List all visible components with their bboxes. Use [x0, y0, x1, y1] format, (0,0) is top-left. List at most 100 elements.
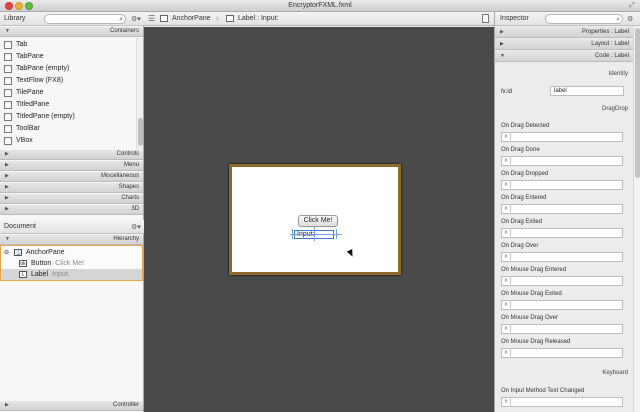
library-section-3d[interactable]: ▶ 3D	[0, 205, 143, 215]
inspector-scrollbar[interactable]	[633, 26, 640, 412]
collapse-icon[interactable]: ⊖	[4, 249, 9, 256]
chevron-right-icon: ▶	[500, 29, 504, 35]
library-item-label: TextFlow (FX8)	[16, 77, 64, 84]
inspector-title: Inspector	[500, 15, 529, 22]
event-handler-field[interactable]: #	[501, 300, 623, 310]
hierarchy-section[interactable]: ▼ Hierarchy	[0, 235, 143, 245]
hash-prefix: #	[502, 349, 511, 357]
library-item[interactable]: VBox	[0, 135, 136, 147]
hash-prefix: #	[502, 229, 511, 237]
tree-row-button[interactable]: ok Button Click Me!	[1, 258, 142, 269]
breadcrumb-separator: ›	[216, 13, 219, 23]
toolbar-icon	[4, 125, 12, 133]
library-item-label: TabPane	[16, 53, 44, 60]
library-item[interactable]: ToolBar	[0, 123, 136, 135]
tilepane-icon	[4, 89, 12, 97]
dragdrop-group-title: DragDrop	[601, 106, 628, 112]
alignment-guide	[314, 227, 315, 241]
event-label: On Drag Dropped	[501, 171, 549, 177]
library-section-controls[interactable]: ▶ Controls	[0, 150, 143, 160]
library-search-input[interactable]: ⌕	[44, 14, 126, 24]
vbox-icon	[4, 137, 12, 145]
library-section-miscellaneous[interactable]: ▶ Miscellaneous	[0, 172, 143, 182]
event-handler-field[interactable]: #	[501, 204, 623, 214]
hash-prefix: #	[502, 157, 511, 165]
click-me-button[interactable]: Click Me!	[298, 215, 338, 227]
library-item[interactable]: TitledPane	[0, 99, 136, 111]
event-handler-field[interactable]: #	[501, 397, 623, 407]
event-handler-field[interactable]: #	[501, 156, 623, 166]
tree-row-anchorpane[interactable]: ⊖ ⚓ AnchorPane	[1, 247, 142, 258]
hash-prefix: #	[502, 398, 511, 406]
library-gear-icon[interactable]: ⚙▾	[131, 15, 141, 23]
anchorpane-node[interactable]: Click Me! Input:	[229, 164, 401, 275]
chevron-right-icon: ▶	[5, 184, 9, 190]
document-gear-icon[interactable]: ⚙▾	[131, 223, 141, 231]
library-scrollbar[interactable]	[136, 38, 143, 150]
library-item[interactable]: TitledPane (empty)	[0, 111, 136, 123]
tree-row-label[interactable]: L Label Input:	[1, 269, 142, 280]
event-label: On Drag Detected	[501, 123, 550, 129]
breadcrumb: ☰ AnchorPane › Label : Input:	[144, 12, 494, 26]
chevron-right-icon: ▶	[5, 151, 9, 157]
event-handler-field[interactable]: #	[501, 228, 623, 238]
hash-prefix: #	[502, 253, 511, 261]
library-section-menu[interactable]: ▶ Menu	[0, 161, 143, 171]
keyboard-group-title: Keyboard	[602, 370, 628, 376]
inspector-search-input[interactable]: ⌕	[545, 14, 623, 24]
library-section-shapes[interactable]: ▶ Shapes	[0, 183, 143, 193]
label-icon	[226, 15, 234, 22]
properties-section[interactable]: ▶ Properties : Label	[495, 27, 633, 38]
resize-handle[interactable]	[336, 229, 337, 239]
layout-section[interactable]: ▶ Layout : Label	[495, 39, 633, 50]
panel-toggle-icon[interactable]: ☰	[148, 14, 155, 23]
breadcrumb-anchorpane[interactable]: AnchorPane	[172, 15, 211, 22]
library-section-charts[interactable]: ▶ Charts	[0, 194, 143, 204]
code-section[interactable]: ▼ Code : Label	[495, 51, 633, 62]
left-panel: Library ⌕ ⚙▾ ▼ Containers Tab TabPane TabP…	[0, 12, 144, 412]
fullscreen-icon[interactable]: ⤢	[628, 2, 636, 10]
library-section-containers[interactable]: ▼ Containers	[0, 27, 143, 37]
document-icon[interactable]	[482, 14, 489, 23]
chevron-down-icon: ▼	[5, 236, 10, 242]
library-item-label: TilePane	[16, 89, 44, 96]
library-header: Library ⌕ ⚙▾	[0, 12, 144, 26]
event-handler-field[interactable]: #	[501, 324, 623, 334]
event-handler-field[interactable]: #	[501, 252, 623, 262]
event-label: On Drag Entered	[501, 195, 547, 201]
breadcrumb-label[interactable]: Label : Input:	[238, 15, 278, 22]
alignment-guide	[290, 234, 342, 235]
library-item[interactable]: TabPane (empty)	[0, 63, 136, 75]
tabpane-icon	[4, 53, 12, 61]
event-label: On Mouse Drag Over	[501, 315, 559, 321]
fxid-field[interactable]: label	[550, 86, 624, 96]
library-title: Library	[4, 15, 26, 22]
button-icon: ok	[19, 260, 27, 267]
event-label: On Drag Over	[501, 243, 539, 249]
inspector-panel: Inspector ⌕ ⚙ ▶ Properties : Label ▶ Lay…	[494, 12, 640, 412]
chevron-right-icon: ▶	[5, 173, 9, 179]
controller-section[interactable]: ▶ Controller	[0, 401, 143, 411]
fxid-label: fx:id	[501, 89, 513, 95]
library-scrollbar-thumb[interactable]	[138, 118, 143, 146]
event-handler-field[interactable]: #	[501, 276, 623, 286]
library-item[interactable]: TilePane	[0, 87, 136, 99]
event-handler-field[interactable]: #	[501, 180, 623, 190]
label-icon: L	[19, 271, 27, 278]
event-label: On Mouse Drag Exited	[501, 291, 562, 297]
event-handler-field[interactable]: #	[501, 348, 623, 358]
hash-prefix: #	[502, 301, 511, 309]
inspector-scrollbar-thumb[interactable]	[635, 28, 640, 178]
library-item-label: TabPane (empty)	[16, 65, 70, 72]
identity-group-title: Identity	[608, 71, 628, 77]
chevron-right-icon: ▶	[5, 162, 9, 168]
tab-icon	[4, 41, 12, 49]
library-item[interactable]: TabPane	[0, 51, 136, 63]
textflow-icon	[4, 77, 12, 85]
inspector-gear-icon[interactable]: ⚙	[627, 15, 633, 23]
resize-handle[interactable]	[292, 229, 293, 239]
library-item[interactable]: Tab	[0, 39, 136, 51]
library-item[interactable]: TextFlow (FX8)	[0, 75, 136, 87]
anchorpane-icon	[160, 15, 168, 22]
event-handler-field[interactable]: #	[501, 132, 623, 142]
